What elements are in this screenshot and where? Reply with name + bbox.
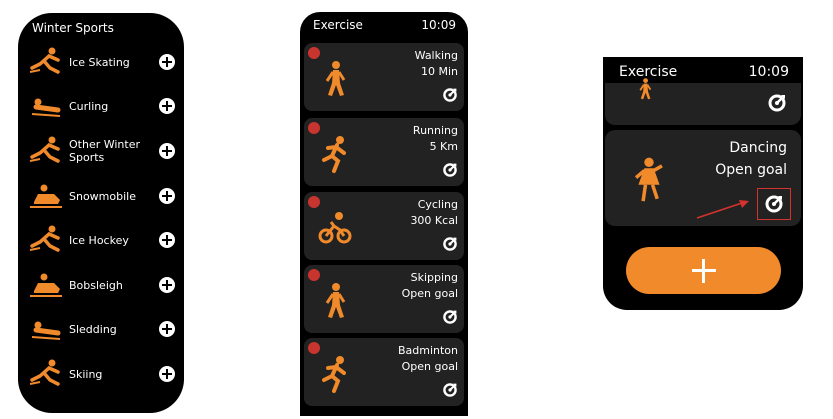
exercise-card-running[interactable]: Running 5 Km (304, 118, 464, 186)
list-item-label: Bobsleigh (69, 278, 123, 292)
list-item-sledding[interactable]: Sledding (18, 309, 184, 349)
list-item-ice-skating[interactable]: Ice Skating (18, 42, 184, 82)
skiing-icon (28, 358, 64, 390)
list-item-snowmobile[interactable]: Snowmobile (18, 176, 184, 216)
list-item-other-winter-sports[interactable]: Other Winter Sports (18, 131, 184, 171)
snowmobile-icon (28, 180, 64, 212)
exercise-name: Badminton (397, 344, 458, 357)
ice-hockey-icon (28, 224, 64, 256)
list-item-ice-hockey[interactable]: Ice Hockey (18, 220, 184, 260)
add-icon[interactable] (159, 98, 175, 114)
list-item-label: Snowmobile (69, 189, 136, 203)
highlight-box (757, 188, 791, 220)
exercise-name: Dancing (729, 140, 787, 156)
exercise-name: Skipping (410, 271, 458, 284)
exercise-name: Walking (414, 49, 458, 62)
delete-icon[interactable] (308, 122, 320, 134)
annotation-arrow (696, 200, 749, 219)
delete-icon[interactable] (308, 196, 320, 208)
add-icon[interactable] (159, 366, 175, 382)
add-icon[interactable] (159, 232, 175, 248)
exercise-goal: 5 Km (429, 140, 458, 153)
clock: 10:09 (748, 64, 789, 80)
other-winter-sports-icon (28, 135, 64, 167)
screen-title: Exercise (313, 18, 363, 32)
add-icon[interactable] (159, 188, 175, 204)
goal-icon[interactable] (767, 93, 787, 113)
screen-title: Winter Sports (32, 21, 114, 35)
walking-icon (318, 59, 352, 99)
exercise-goal: 10 Min (420, 65, 458, 78)
dancing-icon (634, 157, 663, 202)
list-item-curling[interactable]: Curling (18, 86, 184, 126)
exercise-goal: Open goal (401, 287, 458, 300)
curling-icon (28, 90, 64, 122)
exercise-card-dancing[interactable]: Dancing Open goal (605, 130, 801, 226)
exercise-list-screen: Exercise 10:09 Walking 10 Min Running 5 … (300, 12, 468, 416)
sledding-icon (28, 313, 64, 345)
goal-icon[interactable] (764, 194, 784, 214)
exercise-name: Cycling (417, 198, 458, 211)
delete-icon[interactable] (308, 342, 320, 354)
ice-skating-icon (28, 46, 64, 78)
exercise-detail-screen: Exercise 10:09 Dancing Open goal (603, 57, 803, 310)
status-bar: Exercise 10:09 (603, 57, 803, 85)
add-icon[interactable] (159, 54, 175, 70)
exercise-card-walking[interactable]: Walking 10 Min (304, 43, 464, 111)
skipping-icon (318, 281, 352, 321)
exercise-goal: Open goal (401, 360, 458, 373)
add-icon[interactable] (159, 321, 175, 337)
delete-icon[interactable] (308, 269, 320, 281)
screen-title: Exercise (619, 64, 678, 80)
goal-icon[interactable] (442, 309, 458, 325)
clock: 10:09 (421, 18, 456, 32)
exercise-card-cycling[interactable]: Cycling 300 Kcal (304, 192, 464, 260)
bobsleigh-icon (28, 269, 64, 301)
delete-icon[interactable] (308, 47, 320, 59)
list-item-label: Curling (69, 99, 109, 113)
list-item-skiing[interactable]: Skiing (18, 354, 184, 394)
exercise-card-skipping[interactable]: Skipping Open goal (304, 265, 464, 333)
goal-icon[interactable] (442, 382, 458, 398)
goal-icon[interactable] (442, 87, 458, 103)
running-icon (318, 134, 352, 174)
add-exercise-button[interactable] (626, 247, 781, 294)
cycling-icon (318, 208, 352, 248)
list-item-bobsleigh[interactable]: Bobsleigh (18, 265, 184, 305)
badminton-icon (318, 354, 352, 394)
list-item-label: Ice Hockey (69, 233, 129, 247)
list-item-label: Sledding (69, 322, 117, 336)
exercise-goal: 300 Kcal (410, 214, 458, 227)
exercise-card-previous[interactable] (605, 83, 801, 125)
exercise-goal: Open goal (715, 162, 787, 178)
goal-icon[interactable] (442, 162, 458, 178)
list-item-label: Ice Skating (69, 55, 130, 69)
list-item-label: Other Winter Sports (69, 138, 140, 164)
status-bar: Exercise 10:09 (300, 12, 468, 40)
add-icon[interactable] (159, 143, 175, 159)
exercise-card-badminton[interactable]: Badminton Open goal (304, 338, 464, 406)
add-icon[interactable] (159, 277, 175, 293)
list-item-label: Skiing (69, 367, 103, 381)
goal-icon[interactable] (442, 236, 458, 252)
exercise-name: Running (412, 124, 458, 137)
winter-sports-screen: Winter Sports Ice Skating Curling Other … (18, 13, 184, 413)
